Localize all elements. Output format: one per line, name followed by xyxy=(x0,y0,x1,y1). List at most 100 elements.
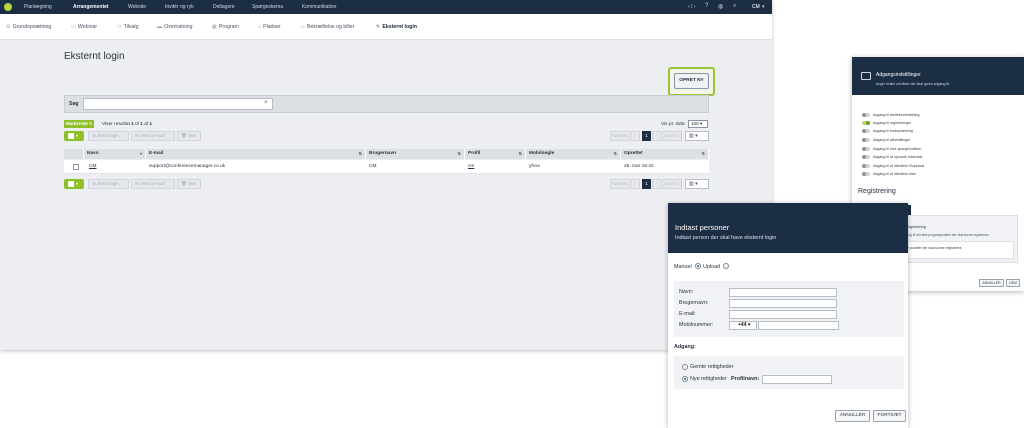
last-page-button-bottom[interactable]: SIDSTE xyxy=(662,179,682,189)
saved-rights-radio[interactable] xyxy=(682,364,688,370)
topnav-planlaegning[interactable]: Planlægning xyxy=(24,4,52,10)
toggle-2[interactable] xyxy=(862,129,870,133)
topnav-inviter[interactable]: Invitér og ryk xyxy=(165,4,194,10)
search-input[interactable] xyxy=(83,98,273,110)
per-page-select[interactable]: 100 ▾ xyxy=(688,120,708,128)
new-rights-radio[interactable] xyxy=(682,376,688,382)
access-dialog-title: Adgangsindstillinger xyxy=(876,72,921,78)
clear-search-icon[interactable]: × xyxy=(264,100,268,106)
table-row[interactable]: CM support@conferencemanager.co.uk CM cm… xyxy=(64,160,709,174)
subnav-pladser[interactable]: ⌂ Pladser xyxy=(258,24,281,30)
subnav-tilvalg[interactable]: ⚇ Tilvalg xyxy=(117,24,138,30)
name-label: Navn: xyxy=(679,289,694,295)
access-save-button[interactable]: GEM xyxy=(1006,279,1020,287)
continue-button[interactable]: FORTSÆT xyxy=(873,410,906,422)
row-checkbox[interactable] xyxy=(73,164,79,170)
search-icon[interactable]: ⌕ xyxy=(733,3,736,10)
col-profile[interactable]: Profil ⇅ xyxy=(465,149,526,159)
col-email[interactable]: E-mail ⇅ xyxy=(146,149,366,159)
profile-name-field[interactable] xyxy=(762,375,832,384)
next-page-button-bottom[interactable]: › xyxy=(652,179,661,189)
row-profile[interactable]: cm xyxy=(468,164,474,169)
delete-button[interactable]: 🗑 Slet xyxy=(177,131,201,141)
prev-next-arrows[interactable]: ‹ / › xyxy=(688,4,696,10)
new-rights-label: Nye rettigheder xyxy=(690,376,727,382)
sub-navigation: ⚙ Grundopsætning ▭ Webinar ⚇ Tilvalg ▬ Overn… xyxy=(0,14,772,40)
toggle-4[interactable] xyxy=(862,147,870,151)
send-login-button[interactable]: ✉ Send login xyxy=(88,131,129,141)
access-dialog-subtitle: Angiv hvilke områder der skal gives adga… xyxy=(876,82,951,86)
page-number[interactable]: 1 xyxy=(642,131,651,141)
delete-button-bottom[interactable]: 🗑 Slet xyxy=(177,179,201,189)
toggle-label-3: Adgang til afbestillinger xyxy=(873,138,911,142)
mode-upload-label: Upload xyxy=(703,264,721,270)
col-created[interactable]: Oprettet ⇅ xyxy=(621,149,709,159)
profile-name-label: Profilnavn: xyxy=(731,376,760,382)
select-all-checkbox-bottom[interactable]: ▾ xyxy=(64,179,84,189)
col-mobile-key[interactable]: Mobilnøgle ⇅ xyxy=(526,149,621,159)
toggle-1[interactable] xyxy=(862,121,870,125)
select-all-checkbox[interactable]: ▾ xyxy=(64,131,84,141)
col-username[interactable]: Brugernavn ⇅ xyxy=(366,149,465,159)
topnav-website[interactable]: Website xyxy=(128,4,146,10)
name-field[interactable] xyxy=(729,288,837,297)
enter-persons-dialog: Indtast personer Indtast person der skal… xyxy=(668,203,908,428)
addon-icon: ⚇ xyxy=(117,24,122,30)
mobile-field[interactable] xyxy=(758,321,839,330)
row-username: CM xyxy=(369,164,377,169)
subnav-bekraeftelse[interactable]: ◇ Bekræftelse og billet xyxy=(301,24,354,30)
prev-page-button-bottom[interactable]: ‹ xyxy=(631,179,640,189)
create-new-button[interactable]: OPRET NY xyxy=(674,73,709,89)
username-field[interactable] xyxy=(729,299,837,308)
toggle-6[interactable] xyxy=(862,164,870,168)
send-email-button-bottom[interactable]: ✉ Send e-mail xyxy=(131,179,175,189)
column-picker[interactable]: ▥ ▾ xyxy=(685,131,709,141)
toggle-0[interactable] xyxy=(862,113,870,117)
help-icon[interactable]: ? xyxy=(705,3,708,9)
cancel-button[interactable]: ANNULLÉR xyxy=(835,410,870,422)
registration-heading: Registrering xyxy=(858,188,896,195)
app-logo-icon[interactable] xyxy=(4,3,12,11)
topnav-spoergeskema[interactable]: Spørgeskema xyxy=(252,4,283,10)
last-page-button[interactable]: SIDSTE xyxy=(662,131,682,141)
toggle-label-2: Adgang til budopsætning xyxy=(873,129,913,133)
mobile-label: Mobilnummer: xyxy=(679,322,714,328)
page-number-bottom[interactable]: 1 xyxy=(642,179,651,189)
mode-upload-radio[interactable] xyxy=(723,263,729,269)
access-cancel-button[interactable]: ANNULLÉR xyxy=(979,279,1004,287)
toggle-label-4: Adgang til hive spørgefunktion xyxy=(873,147,922,151)
first-page-button[interactable]: FØRSTE xyxy=(610,131,630,141)
col-name[interactable]: Navn ▾ xyxy=(84,149,146,159)
chevron-down-icon[interactable]: ▾ xyxy=(762,4,765,10)
gear-icon: ⚙ xyxy=(6,24,11,30)
toggle-label-6: Adgang til at håndtere filuploads xyxy=(873,164,925,168)
subnav-eksternt-login[interactable]: ✎ Eksternt login xyxy=(376,24,417,30)
ticket-icon: ◇ xyxy=(301,24,305,30)
toggle-3[interactable] xyxy=(862,138,870,142)
subnav-program[interactable]: ▦ Program xyxy=(212,24,239,30)
toggle-7[interactable] xyxy=(862,172,870,176)
prev-page-button[interactable]: ‹ xyxy=(631,131,640,141)
topnav-deltagere[interactable]: Deltagere xyxy=(213,4,235,10)
user-menu[interactable]: CM xyxy=(752,4,760,10)
col-select xyxy=(64,149,84,159)
toggle-5[interactable] xyxy=(862,155,870,159)
phone-prefix-select[interactable]: +44 ▾ xyxy=(729,321,757,330)
email-field[interactable] xyxy=(729,310,837,319)
subnav-overnatning[interactable]: ▬ Overnatning xyxy=(157,24,192,30)
seat-icon: ⌂ xyxy=(258,24,262,30)
next-page-button[interactable]: › xyxy=(652,131,661,141)
first-page-button-bottom[interactable]: FØRSTE xyxy=(610,179,630,189)
topnav-arrangementet[interactable]: Arrangementet xyxy=(73,4,109,10)
send-email-button[interactable]: ✉ Send e-mail xyxy=(131,131,175,141)
subnav-grundopsaetning[interactable]: ⚙ Grundopsætning xyxy=(6,24,51,30)
row-name[interactable]: CM xyxy=(89,164,96,169)
globe-icon[interactable]: ◍ xyxy=(718,3,723,10)
result-summary: Viser resultat 1 til 1 af 1 xyxy=(102,122,153,127)
column-picker-bottom[interactable]: ▥ ▾ xyxy=(685,179,709,189)
send-login-button-bottom[interactable]: ✉ Send login xyxy=(88,179,129,189)
access-panel xyxy=(674,356,904,389)
subnav-webinar[interactable]: ▭ Webinar xyxy=(71,24,97,30)
topnav-kommunikation[interactable]: Kommunikation xyxy=(302,4,336,10)
mode-manual-radio[interactable] xyxy=(695,263,701,269)
